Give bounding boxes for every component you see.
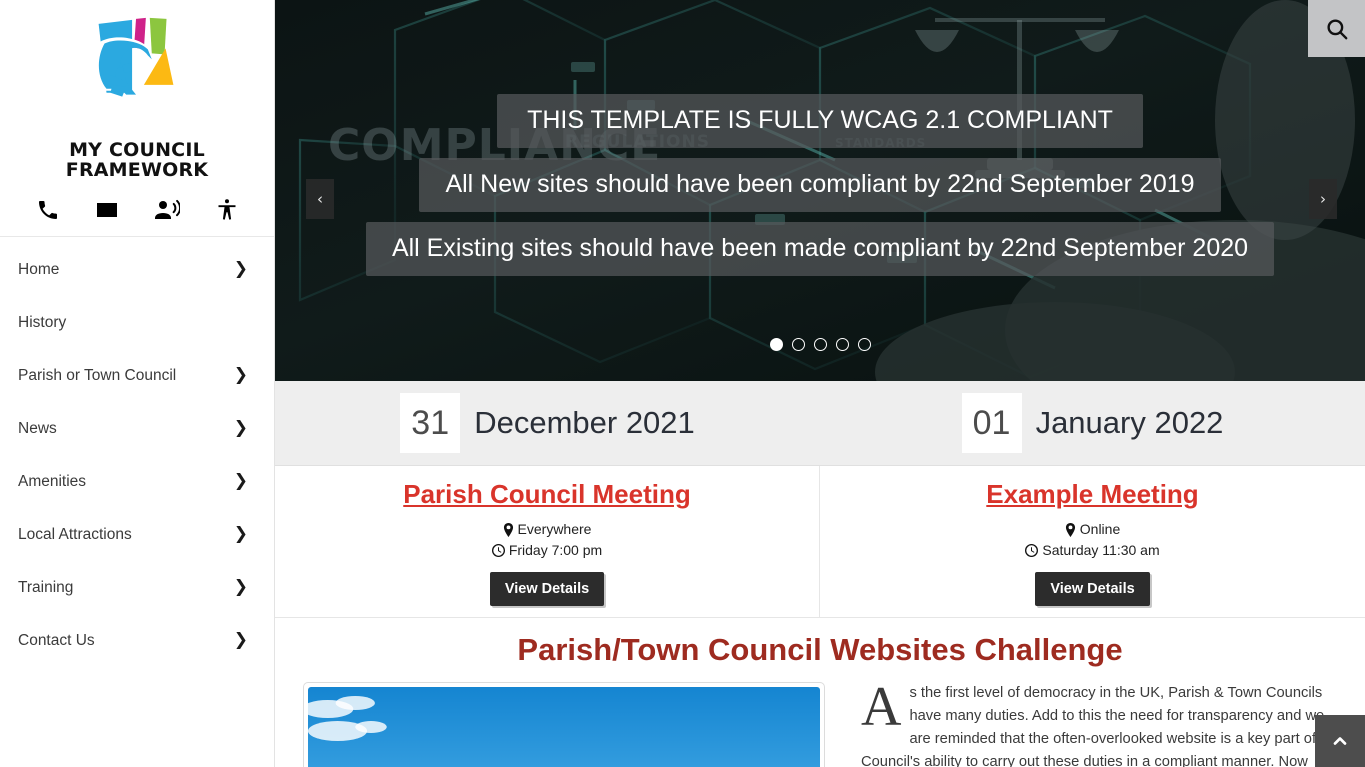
- slider-dots: [275, 338, 1365, 351]
- hero-slide-text: THIS TEMPLATE IS FULLY WCAG 2.1 COMPLIAN…: [275, 0, 1365, 381]
- sidebar-item-label: News: [18, 419, 57, 437]
- location-pin-icon: [1065, 522, 1075, 537]
- sidebar-nav: Home ❯ History ❯ Parish or Town Council …: [0, 237, 274, 667]
- email-icon[interactable]: [95, 198, 119, 222]
- event-card: Parish Council Meeting Everywhere Friday…: [275, 466, 820, 618]
- phone-icon[interactable]: [36, 198, 60, 222]
- slider-prev-button[interactable]: ‹: [306, 179, 334, 219]
- events-section: 31 December 2021 01 January 2022 Parish …: [275, 381, 1365, 618]
- slider-dot-3[interactable]: [813, 338, 827, 351]
- chevron-right-icon: ❯: [233, 471, 248, 491]
- sidebar-item-label: History: [18, 313, 67, 331]
- section-title: Parish/Town Council Websites Challenge: [517, 632, 1123, 667]
- clock-icon: [1025, 544, 1039, 557]
- hero-slider: COMPLIANCE REGULATIONS STANDARDS THIS TE…: [275, 0, 1365, 381]
- logo-line-2: FRAMEWORK: [65, 159, 209, 181]
- event-time-text: Saturday 11:30 am: [1042, 542, 1160, 558]
- slider-dot-4[interactable]: [835, 338, 849, 351]
- challenge-section: Parish/Town Council Websites Challenge A…: [275, 618, 1365, 767]
- main-content: COMPLIANCE REGULATIONS STANDARDS THIS TE…: [275, 0, 1365, 767]
- hero-line-3: All Existing sites should have been made…: [365, 222, 1275, 276]
- challenge-paragraph: As the first level of democracy in the U…: [861, 676, 1337, 767]
- sidebar-item-news[interactable]: News ❯: [0, 402, 274, 455]
- chevron-right-icon: ❯: [233, 630, 248, 650]
- logo-text: MY COUNCIL FRAMEWORK: [66, 140, 208, 180]
- chevron-right-icon: ❯: [233, 259, 248, 279]
- page-root: MY COUNCIL FRAMEWORK Home ❯ History Pari…: [0, 0, 1365, 767]
- chevron-right-icon: ❯: [233, 418, 248, 438]
- sidebar-item-label: Local Attractions: [18, 525, 132, 543]
- sidebar-item-label: Amenities: [18, 472, 87, 490]
- event-card: Example Meeting Online Saturday 11:30 am…: [820, 466, 1365, 618]
- challenge-body: As the first level of democracy in the U…: [275, 676, 1365, 767]
- sidebar-item-history[interactable]: History ❯: [0, 296, 274, 349]
- events-date-header: 31 December 2021 01 January 2022: [275, 381, 1365, 466]
- logo-mark-icon: [94, 17, 174, 97]
- slider-dot-1[interactable]: [769, 338, 783, 351]
- event-time: Saturday 11:30 am: [1025, 540, 1160, 561]
- chevron-right-icon: ❯: [233, 577, 248, 597]
- sidebar-item-label: Parish or Town Council: [18, 366, 177, 384]
- event-location: Everywhere: [503, 519, 592, 540]
- location-pin-icon: [503, 522, 513, 537]
- event-title[interactable]: Example Meeting: [986, 479, 1198, 510]
- chevron-up-icon: [1333, 737, 1347, 745]
- sidebar-item-contact-us[interactable]: Contact Us ❯: [0, 614, 274, 667]
- drop-cap: A: [861, 676, 902, 738]
- sidebar-item-local-attractions[interactable]: Local Attractions ❯: [0, 508, 274, 561]
- view-details-button[interactable]: View Details: [489, 572, 605, 606]
- event-date-2: 01 January 2022: [820, 381, 1365, 465]
- slider-dot-2[interactable]: [791, 338, 805, 351]
- event-month-year: January 2022: [1035, 405, 1224, 440]
- view-details-button[interactable]: View Details: [1035, 572, 1150, 606]
- clock-icon: [491, 544, 505, 557]
- sidebar-item-label: Training: [18, 578, 74, 596]
- challenge-paragraph-text: s the first level of democracy in the UK…: [861, 685, 1328, 767]
- sidebar-item-training[interactable]: Training ❯: [0, 561, 274, 614]
- event-time: Friday 7:00 pm: [491, 540, 603, 561]
- record-voice-icon[interactable]: [154, 198, 180, 222]
- chevron-right-icon: ❯: [233, 524, 248, 544]
- sidebar-item-home[interactable]: Home ❯: [0, 243, 274, 296]
- event-time-text: Friday 7:00 pm: [508, 542, 603, 558]
- scroll-to-top-button[interactable]: [1315, 715, 1365, 767]
- slider-dot-5[interactable]: [857, 338, 871, 351]
- accessibility-icon[interactable]: [215, 198, 239, 222]
- event-date-1: 31 December 2021: [275, 381, 820, 465]
- sidebar: MY COUNCIL FRAMEWORK Home ❯ History Pari…: [0, 0, 275, 767]
- chevron-right-icon: ❯: [233, 365, 248, 385]
- sidebar-item-label: Home: [18, 260, 60, 278]
- slider-next-button[interactable]: ›: [1309, 179, 1337, 219]
- quick-contact-icons: [0, 186, 274, 237]
- event-location-text: Online: [1079, 521, 1121, 537]
- search-icon[interactable]: [1308, 0, 1365, 57]
- hero-line-2: All New sites should have been compliant…: [419, 158, 1221, 212]
- sidebar-item-parish-or-town-council[interactable]: Parish or Town Council ❯: [0, 349, 274, 402]
- event-month-year: December 2021: [474, 405, 695, 440]
- event-day-number: 01: [961, 393, 1022, 453]
- challenge-image: [303, 682, 825, 767]
- hero-line-1: THIS TEMPLATE IS FULLY WCAG 2.1 COMPLIAN…: [497, 94, 1143, 148]
- sidebar-item-amenities[interactable]: Amenities ❯: [0, 455, 274, 508]
- event-day-number: 31: [400, 393, 461, 453]
- logo-line-1: MY COUNCIL: [69, 139, 205, 161]
- sidebar-item-label: Contact Us: [18, 631, 95, 649]
- event-title[interactable]: Parish Council Meeting: [403, 479, 691, 510]
- events-list: Parish Council Meeting Everywhere Friday…: [275, 466, 1365, 618]
- event-location-text: Everywhere: [517, 521, 592, 537]
- event-location: Online: [1065, 519, 1120, 540]
- site-logo[interactable]: MY COUNCIL FRAMEWORK: [0, 0, 274, 186]
